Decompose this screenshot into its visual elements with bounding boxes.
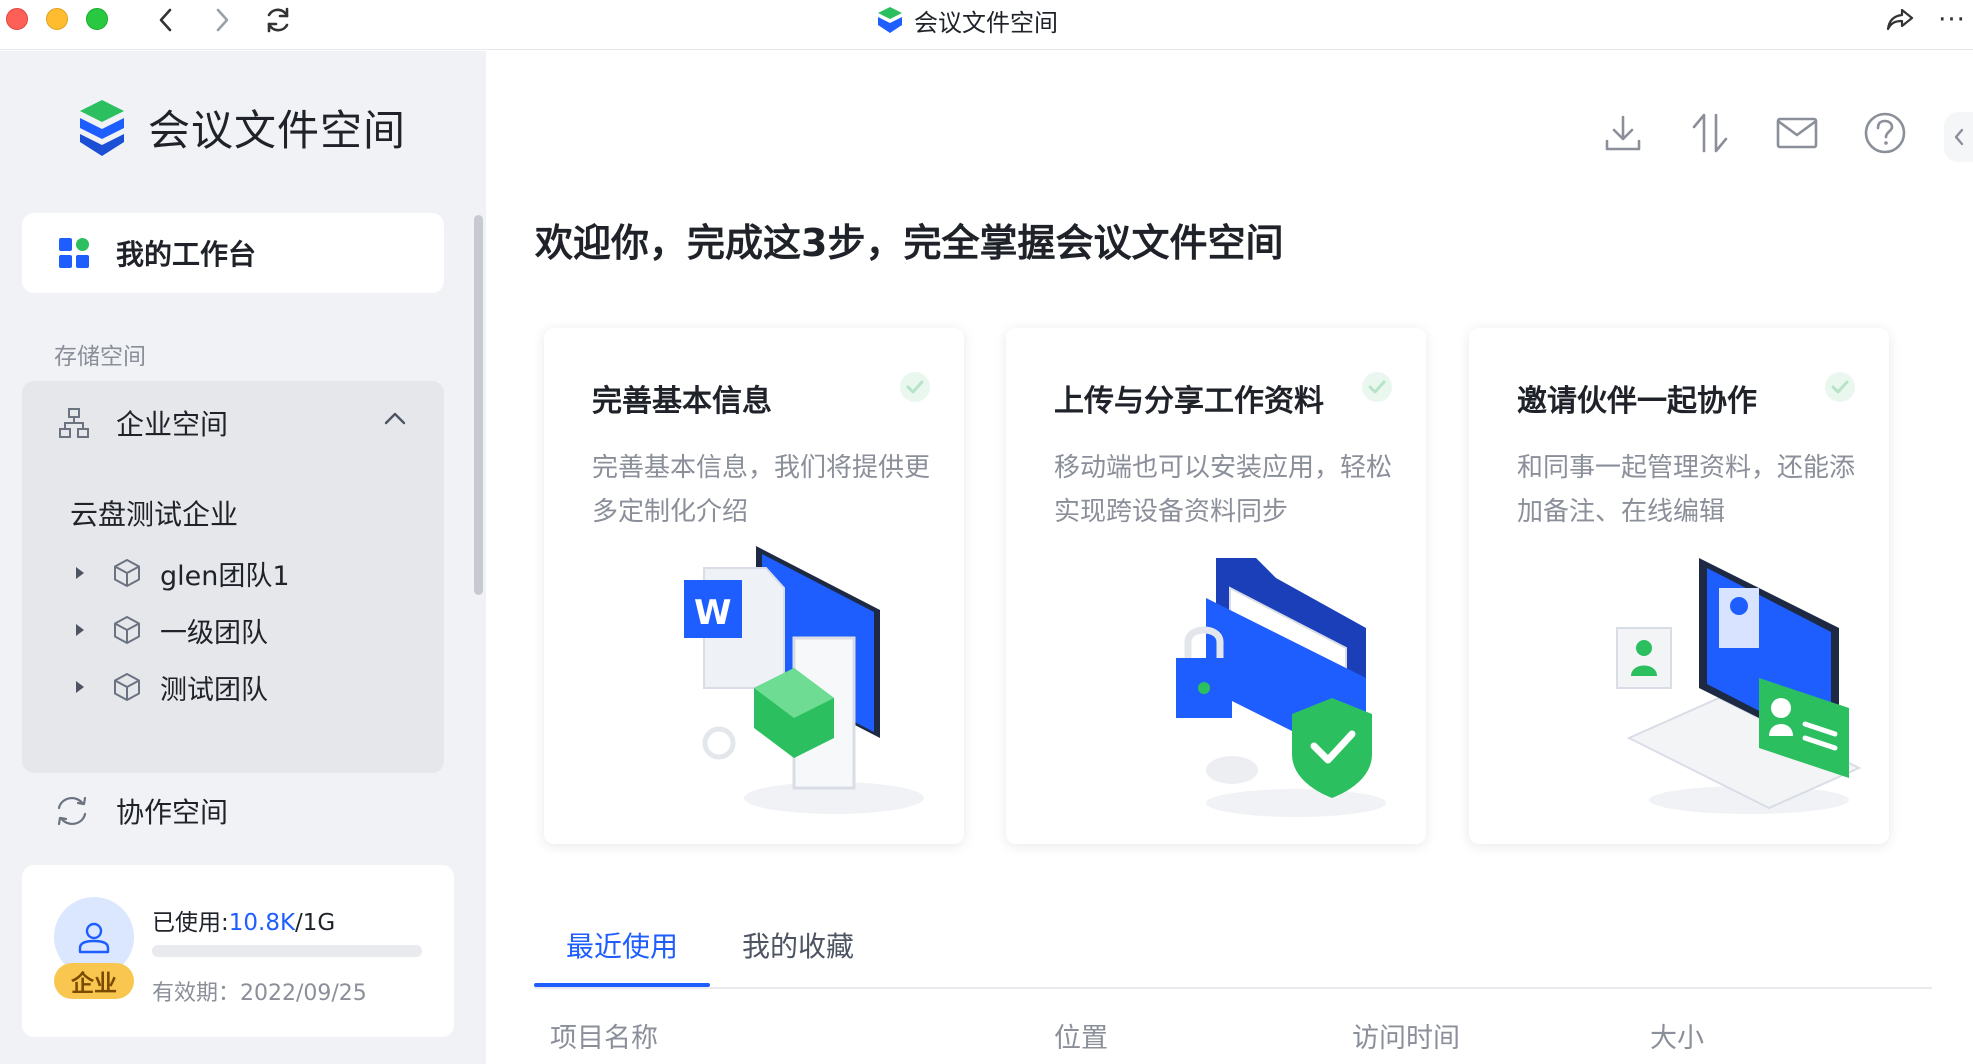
cube-icon <box>112 615 142 645</box>
usage-value: 10.8K <box>228 910 296 936</box>
share-button[interactable] <box>1882 2 1918 38</box>
reload-icon <box>267 7 289 33</box>
forward-button[interactable] <box>204 2 240 38</box>
column-header-access-time[interactable]: 访问时间 <box>1352 1016 1460 1055</box>
grid-icon <box>59 238 89 268</box>
sidebar-item-collab[interactable]: 协作空间 <box>54 791 228 831</box>
sidebar-item-workspace[interactable]: 我的工作台 <box>22 213 444 293</box>
chevron-left-icon <box>159 8 172 32</box>
team-item[interactable]: 一级团队 <box>76 610 268 650</box>
check-icon <box>900 372 930 402</box>
share-icon <box>1886 8 1914 31</box>
tab-recent[interactable]: 最近使用 <box>566 925 678 965</box>
app-logo-icon <box>878 7 902 33</box>
onboarding-card-invite[interactable]: 邀请伙伴一起协作 和同事一起管理资料，还能添加备注、在线编辑 <box>1469 328 1889 844</box>
cube-icon <box>112 558 142 588</box>
sidebar-item-label: 企业空间 <box>116 408 229 441</box>
active-tab-indicator <box>534 983 710 987</box>
team-item[interactable]: 测试团队 <box>76 667 268 707</box>
chevron-right-icon <box>216 8 229 32</box>
reload-button[interactable] <box>260 2 296 38</box>
sidebar: 会议文件空间 我的工作台 存储空间 企业空间 云盘测试企业 glen团队1 一级… <box>0 51 486 1064</box>
page-title: 欢迎你，完成这3步，完全掌握会议文件空间 <box>535 221 1284 265</box>
expand-arrow-icon[interactable] <box>76 681 84 693</box>
back-button[interactable] <box>148 2 184 38</box>
storage-section-label: 存储空间 <box>54 344 146 370</box>
storage-card: 企业 已使用:10.8K/1G 有效期：2022/09/25 <box>22 865 454 1037</box>
title-bar: 会议文件空间 ··· <box>0 0 1973 50</box>
usage-total: /1G <box>295 910 336 936</box>
mail-icon <box>1776 117 1818 149</box>
collaboration-illustration-icon <box>1616 558 1862 814</box>
sort-button[interactable] <box>1687 110 1733 156</box>
close-window-button[interactable] <box>6 8 28 30</box>
card-description: 和同事一起管理资料，还能添加备注、在线编辑 <box>1517 453 1856 527</box>
download-button[interactable] <box>1600 110 1646 156</box>
expand-arrow-icon[interactable] <box>76 624 84 636</box>
plan-badge: 企业 <box>54 963 134 999</box>
onboarding-card-profile[interactable]: 完善基本信息 完善基本信息，我们将提供更多定制化介绍 W <box>544 328 964 844</box>
cube-icon <box>112 672 142 702</box>
sidebar-item-enterprise[interactable]: 企业空间 <box>58 403 228 443</box>
usage-prefix: 已使用: <box>152 910 229 936</box>
app-logo-icon <box>80 99 124 156</box>
mail-button[interactable] <box>1774 110 1820 156</box>
column-header-size[interactable]: 大小 <box>1650 1016 1704 1055</box>
collapse-icon <box>1954 128 1964 146</box>
download-icon <box>1605 115 1641 151</box>
team-label: 一级团队 <box>160 617 268 649</box>
expand-arrow-icon[interactable] <box>76 567 84 579</box>
team-label: glen团队1 <box>160 560 290 592</box>
brand: 会议文件空间 <box>76 97 406 158</box>
check-icon <box>1362 372 1392 402</box>
card-description: 完善基本信息，我们将提供更多定制化介绍 <box>592 453 931 527</box>
check-icon <box>1825 372 1855 402</box>
more-button[interactable]: ··· <box>1934 2 1970 38</box>
column-header-name[interactable]: 项目名称 <box>550 1016 658 1055</box>
sidebar-scrollbar[interactable] <box>474 215 483 595</box>
storage-progress-bar <box>152 945 422 957</box>
expiry-date: 有效期：2022/09/25 <box>152 981 367 1006</box>
tab-bar: 最近使用 我的收藏 <box>534 905 1932 989</box>
user-icon <box>78 922 110 954</box>
card-title: 上传与分享工作资料 <box>1054 384 1324 419</box>
tab-favorites[interactable]: 我的收藏 <box>742 925 854 965</box>
sort-icon <box>1692 113 1728 153</box>
collapse-panel-button[interactable] <box>1944 112 1973 162</box>
sync-icon <box>57 796 87 826</box>
column-header-location[interactable]: 位置 <box>1054 1016 1108 1055</box>
document-illustration-icon: W <box>684 546 924 814</box>
card-title: 邀请伙伴一起协作 <box>1517 384 1757 419</box>
sidebar-item-label: 协作空间 <box>116 796 229 829</box>
table-header: 项目名称 位置 访问时间 大小 <box>534 1010 1932 1060</box>
help-button[interactable] <box>1862 110 1908 156</box>
secure-folder-illustration-icon <box>1176 558 1386 817</box>
card-title: 完善基本信息 <box>592 384 772 419</box>
sidebar-item-label: 我的工作台 <box>116 238 257 271</box>
company-name[interactable]: 云盘测试企业 <box>70 493 238 533</box>
org-tree-icon <box>59 408 89 438</box>
card-description: 移动端也可以安装应用，轻松实现跨设备资料同步 <box>1054 453 1393 527</box>
svg-text:W: W <box>694 593 732 633</box>
chevron-up-icon[interactable] <box>384 411 406 425</box>
minimize-window-button[interactable] <box>46 8 68 30</box>
more-icon: ··· <box>1938 5 1966 35</box>
storage-usage: 已使用:10.8K/1G <box>152 903 335 937</box>
team-label: 测试团队 <box>160 674 268 706</box>
help-icon <box>1864 112 1906 154</box>
onboarding-card-upload[interactable]: 上传与分享工作资料 移动端也可以安装应用，轻松实现跨设备资料同步 <box>1006 328 1426 844</box>
brand-name: 会议文件空间 <box>148 106 407 155</box>
team-item[interactable]: glen团队1 <box>76 553 290 593</box>
enterprise-panel: 企业空间 云盘测试企业 glen团队1 一级团队 测试团队 <box>22 381 444 773</box>
zoom-window-button[interactable] <box>86 8 108 30</box>
window-title: 会议文件空间 <box>876 2 1058 38</box>
window-title-text: 会议文件空间 <box>914 8 1058 37</box>
